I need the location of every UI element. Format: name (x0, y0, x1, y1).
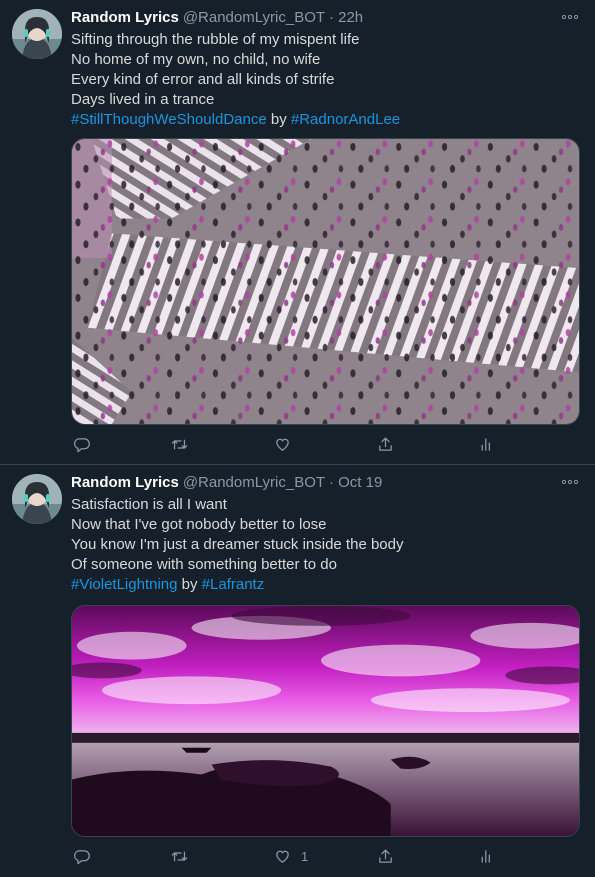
more-horizontal-icon (562, 15, 578, 19)
artist-hashtag-link[interactable]: #Lafrantz (202, 576, 265, 593)
by-text: by (270, 111, 287, 128)
tag-line: #VioletLightning by #Lafrantz (71, 575, 576, 595)
display-name[interactable]: Random Lyrics (71, 9, 179, 26)
tweet-header: Random Lyrics @RandomLyric_BOT · 22h (71, 8, 363, 28)
lyric-line: Now that I've got nobody better to lose (71, 516, 327, 533)
artist-hashtag-link[interactable]: #RadnorAndLee (291, 111, 400, 128)
more-button[interactable] (559, 10, 581, 24)
share-icon (379, 848, 392, 863)
retweet-icon (171, 851, 188, 861)
avatar[interactable] (12, 474, 62, 524)
by-text: by (181, 576, 198, 593)
reply-button[interactable] (73, 434, 90, 454)
heart-icon (276, 850, 289, 863)
handle[interactable]: @RandomLyric_BOT (183, 9, 325, 26)
tweet-actions (71, 434, 491, 454)
heart-icon (276, 438, 289, 451)
analytics-button[interactable] (478, 846, 495, 866)
share-icon (379, 436, 392, 451)
lyric-line: You know I'm just a dreamer stuck inside… (71, 536, 404, 553)
share-button[interactable] (377, 846, 394, 866)
display-name[interactable]: Random Lyrics (71, 474, 179, 491)
lyric-line: Of someone with something better to do (71, 556, 337, 573)
retweet-button[interactable] (171, 846, 188, 866)
analytics-button[interactable] (478, 434, 495, 454)
tweet-text: Sifting through the rubble of my mispent… (71, 30, 576, 130)
lyric-line: Satisfaction is all I want (71, 496, 227, 513)
tweet-text: Satisfaction is all I want Now that I've… (71, 495, 576, 595)
like-button[interactable]: 1 (274, 846, 308, 866)
like-count: 1 (301, 848, 309, 864)
lyric-line: Every kind of error and all kinds of str… (71, 71, 335, 88)
more-horizontal-icon (562, 480, 578, 484)
tweet-image-violet-sky[interactable] (71, 605, 580, 837)
lyric-line: Sifting through the rubble of my mispent… (71, 31, 360, 48)
lyric-line: No home of my own, no child, no wife (71, 51, 321, 68)
separator: · (328, 9, 334, 26)
hashtag-link[interactable]: #StillThoughWeShouldDance (71, 111, 267, 128)
tweet[interactable]: Random Lyrics @RandomLyric_BOT · Oct 19 S… (0, 465, 595, 877)
reply-icon (73, 437, 90, 452)
tweet-header: Random Lyrics @RandomLyric_BOT · Oct 19 (71, 473, 382, 493)
tag-line: #StillThoughWeShouldDance by #RadnorAndL… (71, 110, 576, 130)
tweet-actions: 1 (71, 846, 491, 866)
more-button[interactable] (559, 475, 581, 489)
separator: · (328, 474, 334, 491)
reply-icon (73, 849, 90, 864)
tweet[interactable]: Random Lyrics @RandomLyric_BOT · 22h Sift… (0, 0, 595, 465)
retweet-icon (171, 439, 188, 449)
timestamp[interactable]: 22h (338, 9, 363, 26)
handle[interactable]: @RandomLyric_BOT (183, 474, 325, 491)
timestamp[interactable]: Oct 19 (338, 474, 382, 491)
share-button[interactable] (377, 434, 394, 454)
analytics-icon (481, 437, 490, 451)
hashtag-link[interactable]: #VioletLightning (71, 576, 177, 593)
avatar[interactable] (12, 9, 62, 59)
tweet-image-crosswalk[interactable] (71, 138, 580, 425)
retweet-button[interactable] (171, 434, 188, 454)
reply-button[interactable] (73, 846, 90, 866)
lyric-line: Days lived in a trance (71, 91, 215, 108)
like-button[interactable] (274, 434, 301, 454)
analytics-icon (481, 849, 490, 863)
